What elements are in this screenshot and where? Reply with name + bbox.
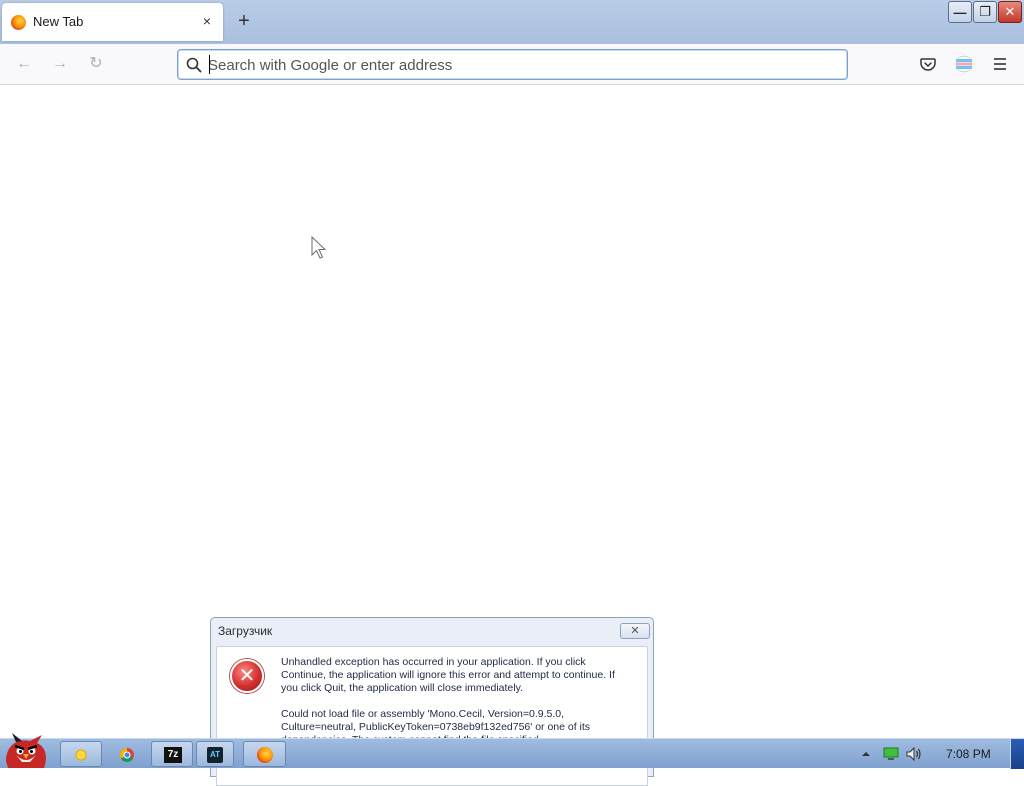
firefox-icon: [11, 15, 26, 30]
tab-title: New Tab: [33, 14, 84, 29]
text-caret: [209, 55, 210, 74]
tab-strip: New Tab × + — ❐ ✕: [0, 0, 1024, 44]
pocket-icon[interactable]: [918, 54, 938, 74]
error-icon: ✕: [230, 659, 264, 693]
address-input[interactable]: [208, 54, 828, 76]
tray-expand-icon[interactable]: [861, 749, 871, 759]
taskbar-app-firefox[interactable]: [243, 741, 286, 767]
taskbar-app-7zip[interactable]: 7z: [151, 741, 193, 767]
navigation-toolbar: ← → ↻: [0, 44, 1024, 85]
mouse-cursor-icon: [311, 236, 327, 259]
search-icon: [186, 57, 202, 73]
account-avatar-icon[interactable]: [954, 54, 974, 74]
back-button[interactable]: ←: [14, 54, 34, 74]
close-window-button[interactable]: ✕: [998, 1, 1022, 23]
taskbar-app-chrome[interactable]: [106, 741, 148, 767]
angry-bird-start-icon[interactable]: [2, 729, 50, 768]
restore-button[interactable]: ❐: [973, 1, 997, 23]
volume-icon[interactable]: [905, 746, 923, 762]
minimize-button[interactable]: —: [948, 1, 972, 23]
tab-close-icon[interactable]: ×: [198, 12, 216, 30]
dialog-title: Загрузчик: [218, 624, 273, 638]
firefox-taskbar-icon: [257, 747, 273, 763]
dialog-close-button[interactable]: ✕: [620, 623, 650, 639]
show-desktop-button[interactable]: [1010, 739, 1024, 769]
window-controls: — ❐ ✕: [948, 1, 1022, 25]
7zip-icon: 7z: [164, 747, 182, 763]
folder-sun-icon: [75, 749, 87, 761]
app-icon: AT: [207, 747, 223, 763]
reload-button[interactable]: ↻: [86, 54, 106, 74]
forward-button[interactable]: →: [50, 54, 70, 74]
address-bar[interactable]: [177, 49, 848, 80]
taskbar-app-4[interactable]: AT: [196, 741, 234, 767]
taskbar-app-explorer[interactable]: [60, 741, 102, 767]
new-tab-button[interactable]: +: [233, 10, 255, 32]
network-icon[interactable]: [883, 747, 899, 761]
clock[interactable]: 7:08 PM: [946, 747, 991, 761]
menu-icon[interactable]: [990, 54, 1010, 74]
chrome-icon: [120, 748, 134, 762]
dialog-message-primary: Unhandled exception has occurred in your…: [281, 656, 615, 694]
tab-new-tab[interactable]: New Tab ×: [2, 3, 223, 41]
taskbar: 7z AT 7:08 PM: [0, 738, 1024, 769]
